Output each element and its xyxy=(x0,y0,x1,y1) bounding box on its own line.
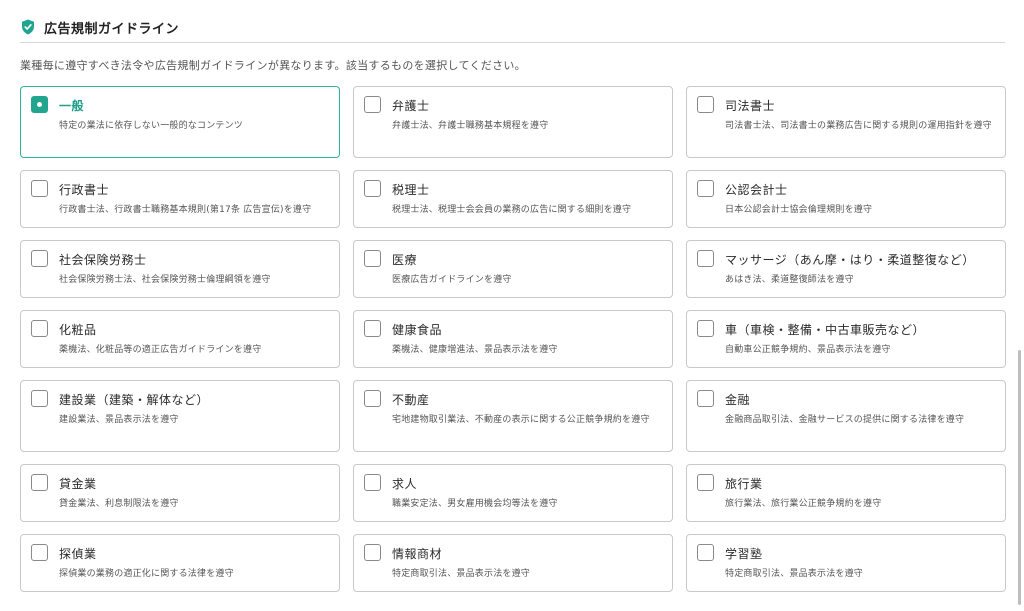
industry-name: 公認会計士 xyxy=(725,183,788,197)
industry-card-medical[interactable]: 医療 医療広告ガイドラインを遵守 xyxy=(353,240,673,298)
industry-card-cram-school[interactable]: 学習塾 特定商取引法、景品表示法を遵守 xyxy=(686,534,1006,592)
industry-card-travel[interactable]: 旅行業 旅行業法、旅行業公正競争規約を遵守 xyxy=(686,464,1006,522)
section-description: 業種毎に遵守すべき法令や広告規制ガイドラインが異なります。該当するものを選択して… xyxy=(20,59,526,72)
industry-card-detective[interactable]: 探偵業 探偵業の業務の適正化に関する法律を遵守 xyxy=(20,534,340,592)
industry-name: 健康食品 xyxy=(392,323,443,337)
industry-name: 旅行業 xyxy=(725,477,763,491)
industry-laws: 社会保険労務士法、社会保険労務士倫理綱領を遵守 xyxy=(59,275,271,285)
industry-laws: 医療広告ガイドラインを遵守 xyxy=(392,275,512,285)
industry-name: 求人 xyxy=(392,477,418,491)
industry-name: 弁護士 xyxy=(392,99,430,113)
checkbox[interactable] xyxy=(31,96,48,113)
industry-laws: 司法書士法、司法書士の業務広告に関する規則の運用指針を遵守 xyxy=(725,121,992,131)
industry-card-lawyer[interactable]: 弁護士 弁護士法、弁護士職務基本規程を遵守 xyxy=(353,86,673,158)
checkbox[interactable] xyxy=(31,390,48,407)
industry-card-administrative-scrivener[interactable]: 行政書士 行政書士法、行政書士職務基本規則(第17条 広告宣伝)を遵守 xyxy=(20,170,340,228)
industry-laws: 特定商取引法、景品表示法を遵守 xyxy=(392,569,531,579)
section-header: 広告規制ガイドライン xyxy=(20,14,1005,43)
industry-laws: 職業安定法、男女雇用機会均等法を遵守 xyxy=(392,499,558,509)
industry-name: 金融 xyxy=(725,393,751,407)
industry-card-cpa[interactable]: 公認会計士 日本公認会計士協会倫理規則を遵守 xyxy=(686,170,1006,228)
industry-card-info-products[interactable]: 情報商材 特定商取引法、景品表示法を遵守 xyxy=(353,534,673,592)
industry-card-health-food[interactable]: 健康食品 薬機法、健康増進法、景品表示法を遵守 xyxy=(353,310,673,368)
industry-card-cosmetics[interactable]: 化粧品 薬機法、化粧品等の適正広告ガイドラインを遵守 xyxy=(20,310,340,368)
industry-card-judicial-scrivener[interactable]: 司法書士 司法書士法、司法書士の業務広告に関する規則の運用指針を遵守 xyxy=(686,86,1006,158)
checkbox[interactable] xyxy=(697,544,714,561)
industry-card-automotive[interactable]: 車（車検・整備・中古車販売など） 自動車公正競争規約、景品表示法を遵守 xyxy=(686,310,1006,368)
industry-laws: 行政書士法、行政書士職務基本規則(第17条 広告宣伝)を遵守 xyxy=(59,205,312,215)
scrollbar[interactable] xyxy=(1018,350,1021,605)
industry-laws: 税理士法、税理士会会員の業務の広告に関する細則を遵守 xyxy=(392,205,632,215)
industry-laws: 旅行業法、旅行業公正競争規約を遵守 xyxy=(725,499,882,509)
section-title: 広告規制ガイドライン xyxy=(44,22,180,37)
checkbox[interactable] xyxy=(697,96,714,113)
checkbox[interactable] xyxy=(364,180,381,197)
industry-name: 化粧品 xyxy=(59,323,97,337)
industry-laws: 薬機法、健康増進法、景品表示法を遵守 xyxy=(392,345,558,355)
industry-laws: 建設業法、景品表示法を遵守 xyxy=(59,415,179,425)
checkbox[interactable] xyxy=(31,180,48,197)
industry-laws: 自動車公正競争規約、景品表示法を遵守 xyxy=(725,345,891,355)
industry-name: 司法書士 xyxy=(725,99,776,113)
industry-laws: あはき法、柔道整復師法を遵守 xyxy=(725,275,854,285)
checkbox[interactable] xyxy=(31,474,48,491)
industry-laws: 日本公認会計士協会倫理規則を遵守 xyxy=(725,205,873,215)
industry-card-tax-accountant[interactable]: 税理士 税理士法、税理士会会員の業務の広告に関する細則を遵守 xyxy=(353,170,673,228)
industry-laws: 貸金業法、利息制限法を遵守 xyxy=(59,499,179,509)
checkbox[interactable] xyxy=(697,474,714,491)
industry-name: 車（車検・整備・中古車販売など） xyxy=(725,323,926,337)
industry-laws: 探偵業の業務の適正化に関する法律を遵守 xyxy=(59,569,234,579)
checkbox[interactable] xyxy=(31,544,48,561)
checkbox[interactable] xyxy=(31,320,48,337)
industry-card-labor-consultant[interactable]: 社会保険労務士 社会保険労務士法、社会保険労務士倫理綱領を遵守 xyxy=(20,240,340,298)
industry-card-real-estate[interactable]: 不動産 宅地建物取引業法、不動産の表示に関する公正競争規約を遵守 xyxy=(353,380,673,452)
checkbox[interactable] xyxy=(31,250,48,267)
industry-card-general[interactable]: 一般 特定の業法に依存しない一般的なコンテンツ xyxy=(20,86,340,158)
checkbox[interactable] xyxy=(697,180,714,197)
checkbox[interactable] xyxy=(364,250,381,267)
checkbox[interactable] xyxy=(697,320,714,337)
industry-name: 情報商材 xyxy=(392,547,443,561)
industry-grid: 一般 特定の業法に依存しない一般的なコンテンツ 弁護士 弁護士法、弁護士職務基本… xyxy=(20,86,1006,592)
checkbox[interactable] xyxy=(697,390,714,407)
industry-name: 行政書士 xyxy=(59,183,110,197)
industry-laws: 特定の業法に依存しない一般的なコンテンツ xyxy=(59,121,244,131)
industry-name: 貸金業 xyxy=(59,477,97,491)
industry-name: 医療 xyxy=(392,253,418,267)
checkbox[interactable] xyxy=(364,474,381,491)
industry-name: 学習塾 xyxy=(725,547,763,561)
industry-card-money-lending[interactable]: 貸金業 貸金業法、利息制限法を遵守 xyxy=(20,464,340,522)
checkbox[interactable] xyxy=(697,250,714,267)
industry-laws: 宅地建物取引業法、不動産の表示に関する公正競争規約を遵守 xyxy=(392,415,650,425)
industry-laws: 薬機法、化粧品等の適正広告ガイドラインを遵守 xyxy=(59,345,262,355)
shield-check-icon xyxy=(22,19,34,35)
industry-name: 探偵業 xyxy=(59,547,97,561)
checkbox[interactable] xyxy=(364,544,381,561)
industry-name: 税理士 xyxy=(392,183,430,197)
industry-name: マッサージ（あん摩・はり・柔道整復など） xyxy=(725,253,975,267)
checkbox[interactable] xyxy=(364,96,381,113)
check-mark-icon xyxy=(37,102,42,107)
industry-laws: 金融商品取引法、金融サービスの提供に関する法律を遵守 xyxy=(725,415,965,425)
industry-card-massage[interactable]: マッサージ（あん摩・はり・柔道整復など） あはき法、柔道整復師法を遵守 xyxy=(686,240,1006,298)
industry-laws: 弁護士法、弁護士職務基本規程を遵守 xyxy=(392,121,549,131)
checkbox[interactable] xyxy=(364,390,381,407)
industry-card-finance[interactable]: 金融 金融商品取引法、金融サービスの提供に関する法律を遵守 xyxy=(686,380,1006,452)
checkbox[interactable] xyxy=(364,320,381,337)
industry-name: 社会保険労務士 xyxy=(59,253,147,267)
industry-name: 一般 xyxy=(59,99,85,113)
industry-card-construction[interactable]: 建設業（建築・解体など） 建設業法、景品表示法を遵守 xyxy=(20,380,340,452)
industry-card-recruitment[interactable]: 求人 職業安定法、男女雇用機会均等法を遵守 xyxy=(353,464,673,522)
industry-name: 建設業（建築・解体など） xyxy=(59,393,210,407)
industry-laws: 特定商取引法、景品表示法を遵守 xyxy=(725,569,864,579)
industry-name: 不動産 xyxy=(392,393,430,407)
